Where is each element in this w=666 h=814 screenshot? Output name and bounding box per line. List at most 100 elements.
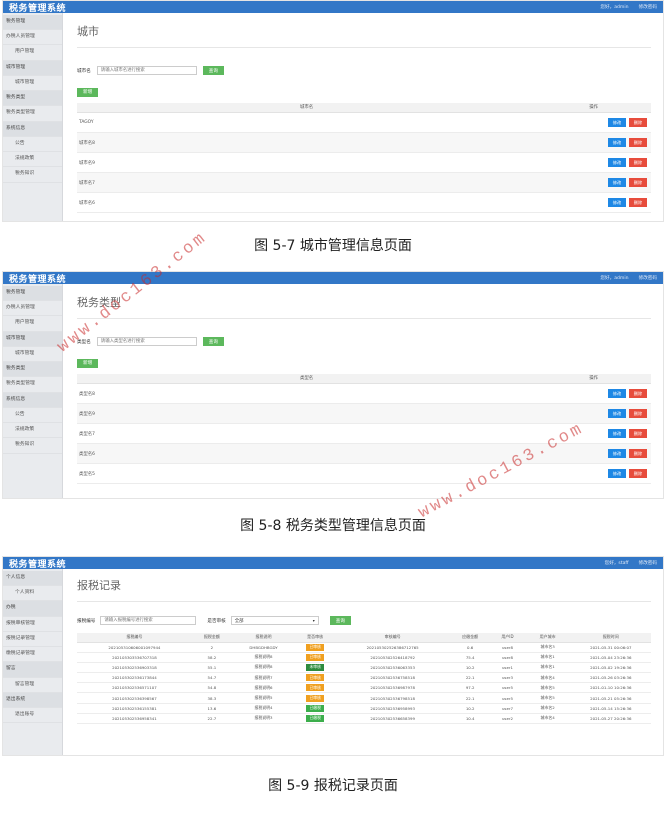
top-link[interactable]: 您好，staff xyxy=(605,560,629,566)
sidebar-item[interactable]: 税务知识 xyxy=(3,167,62,183)
table-cell: 城市名5 xyxy=(524,692,571,704)
main-content: 税务类型 类型名 查询 新增 类型名 操作 类型名8修改删除类型名9修改删除类型… xyxy=(63,284,663,498)
table-cell: 报税说明6 xyxy=(231,682,296,694)
add-button[interactable]: 新增 xyxy=(77,87,99,97)
sidebar-item[interactable]: 税务知识 xyxy=(3,438,62,454)
table-cell: user5 xyxy=(490,692,525,704)
sidebar-item[interactable]: 税务类型管理 xyxy=(3,106,62,122)
top-link[interactable]: 修改密码 xyxy=(639,275,657,281)
sidebar-item[interactable]: 留言 xyxy=(3,662,62,678)
page-title: 城市 xyxy=(77,23,651,48)
top-link[interactable]: 修改密码 xyxy=(639,4,657,10)
sidebar-item[interactable]: 个人资料 xyxy=(3,586,62,602)
table-cell: 城市名4 xyxy=(524,672,571,684)
search-button[interactable]: 查询 xyxy=(329,616,351,625)
sidebar: 个人信息 个人资料 办税 报税审核管理 报税记录管理 缴税记录管理 留言 留言管理 退出系统 退出… xyxy=(3,569,63,755)
col-header-action: 操作 xyxy=(536,102,651,113)
search-button[interactable]: 查询 xyxy=(202,66,224,75)
table-cell: 报税说明8 xyxy=(231,662,296,674)
col-header: 报税编号 xyxy=(77,633,192,643)
sidebar-item[interactable]: 税务类型管理 xyxy=(3,377,62,393)
status-badge: 已审核 xyxy=(306,643,324,651)
app-title: 税务管理系统 xyxy=(9,3,67,14)
sidebar-item[interactable]: 退出账号 xyxy=(3,708,62,724)
table-cell: 202105302536903318 xyxy=(77,662,192,674)
delete-button[interactable]: 删除 xyxy=(629,178,647,187)
top-link[interactable]: 您好，admin xyxy=(600,4,628,10)
table-cell: 2021-01-10 10:26:36 xyxy=(570,682,651,694)
table-cell: 202105302536798518 xyxy=(335,692,451,704)
sidebar-item[interactable]: 退出系统 xyxy=(3,692,62,709)
top-link[interactable]: 修改密码 xyxy=(639,560,657,566)
row-actions: 修改 删除 xyxy=(536,192,651,213)
row-name: 城市名9 xyxy=(77,152,537,173)
add-button[interactable]: 新增 xyxy=(77,358,99,368)
table-row: 城市名8 修改 删除 xyxy=(77,132,651,153)
sidebar-item[interactable]: 系统信息 xyxy=(3,121,62,137)
edit-button[interactable]: 修改 xyxy=(608,198,626,207)
table-cell: 38.3 xyxy=(191,692,232,704)
sidebar-item[interactable]: 税务管理 xyxy=(3,15,62,31)
table-cell: 报税说明3 xyxy=(231,713,296,725)
edit-button[interactable]: 修改 xyxy=(608,409,626,418)
delete-button[interactable]: 删除 xyxy=(629,469,647,478)
edit-button[interactable]: 修改 xyxy=(608,389,626,398)
sidebar-item[interactable]: 税务类型 xyxy=(3,362,62,378)
audit-select[interactable]: 全部 ▾ xyxy=(230,616,319,625)
sidebar-item[interactable]: 公告 xyxy=(3,408,62,424)
sidebar-item[interactable]: 税务类型 xyxy=(3,91,62,107)
sidebar-item[interactable]: 公告 xyxy=(3,137,62,153)
search-input[interactable] xyxy=(96,66,197,75)
edit-button[interactable]: 修改 xyxy=(608,429,626,438)
edit-button[interactable]: 修改 xyxy=(608,469,626,478)
sidebar-item[interactable]: 报税审核管理 xyxy=(3,617,62,632)
sidebar-item[interactable]: 缴税记录管理 xyxy=(3,647,62,663)
delete-button[interactable]: 删除 xyxy=(629,429,647,438)
edit-button[interactable]: 修改 xyxy=(608,138,626,147)
edit-button[interactable]: 修改 xyxy=(608,158,626,167)
tax-record-table: 报税编号 报税金额 报税说明 是否审核 审核编号 应缴金额 用户ID 用户城市 报税时间 202… xyxy=(77,633,651,725)
delete-button[interactable]: 删除 xyxy=(629,449,647,458)
sidebar-item[interactable]: 城市管理 xyxy=(3,331,62,347)
sidebar-item[interactable]: 城市管理 xyxy=(3,76,62,92)
delete-button[interactable]: 删除 xyxy=(629,409,647,418)
delete-button[interactable]: 删除 xyxy=(629,389,647,398)
sidebar-item[interactable]: 城市管理 xyxy=(3,60,62,76)
sidebar-item[interactable]: 办税人员管理 xyxy=(3,301,62,317)
sidebar-item[interactable]: 报税记录管理 xyxy=(3,632,62,648)
delete-button[interactable]: 删除 xyxy=(629,118,647,127)
search-button[interactable]: 查询 xyxy=(202,337,224,346)
search-input[interactable] xyxy=(100,616,197,625)
col-header: 报税金额 xyxy=(191,633,232,643)
sidebar-item[interactable]: 办税人员管理 xyxy=(3,30,62,46)
tax-type-table: 类型名 操作 类型名8 修改 删除 类型名9 修改 删除 类型名7 修改 删除 类型名6 修改 删除类… xyxy=(77,373,651,484)
row-actions: 修改 删除 xyxy=(536,152,651,173)
table-cell: user3 xyxy=(490,672,525,684)
sidebar-item[interactable]: 个人信息 xyxy=(3,571,62,587)
sidebar-item[interactable]: 法规政策 xyxy=(3,152,62,168)
delete-button[interactable]: 删除 xyxy=(629,198,647,207)
table-cell: 202105302536658399 xyxy=(335,713,451,725)
sidebar-item[interactable]: 城市管理 xyxy=(3,347,62,363)
search-input[interactable] xyxy=(96,337,197,346)
sidebar-item[interactable]: 留言管理 xyxy=(3,678,62,693)
sidebar-item[interactable]: 法规政策 xyxy=(3,423,62,439)
delete-button[interactable]: 删除 xyxy=(629,158,647,167)
sidebar-item[interactable]: 用户管理 xyxy=(3,45,62,61)
sidebar: 税务管理 办税人员管理 用户管理 城市管理 城市管理 税务类型 税务类型管理 系统信息 公告 法规… xyxy=(3,284,63,498)
sidebar-item[interactable]: 税务管理 xyxy=(3,286,62,302)
edit-button[interactable]: 修改 xyxy=(608,118,626,127)
status-badge: 已缴税 xyxy=(306,714,324,722)
table-cell: 报税说明5 xyxy=(231,692,296,704)
top-bar: 税务管理系统 您好，staff 修改密码 xyxy=(3,557,663,570)
edit-button[interactable]: 修改 xyxy=(608,449,626,458)
table-cell: 10.2 xyxy=(450,662,491,674)
table-cell: 202105302536173844 xyxy=(77,672,192,684)
sidebar-item[interactable]: 办税 xyxy=(3,601,62,617)
top-link[interactable]: 您好，admin xyxy=(600,275,628,281)
sidebar-item[interactable]: 用户管理 xyxy=(3,316,62,332)
table-cell: 2 xyxy=(191,642,232,653)
sidebar-item[interactable]: 系统信息 xyxy=(3,392,62,408)
edit-button[interactable]: 修改 xyxy=(608,178,626,187)
delete-button[interactable]: 删除 xyxy=(629,138,647,147)
